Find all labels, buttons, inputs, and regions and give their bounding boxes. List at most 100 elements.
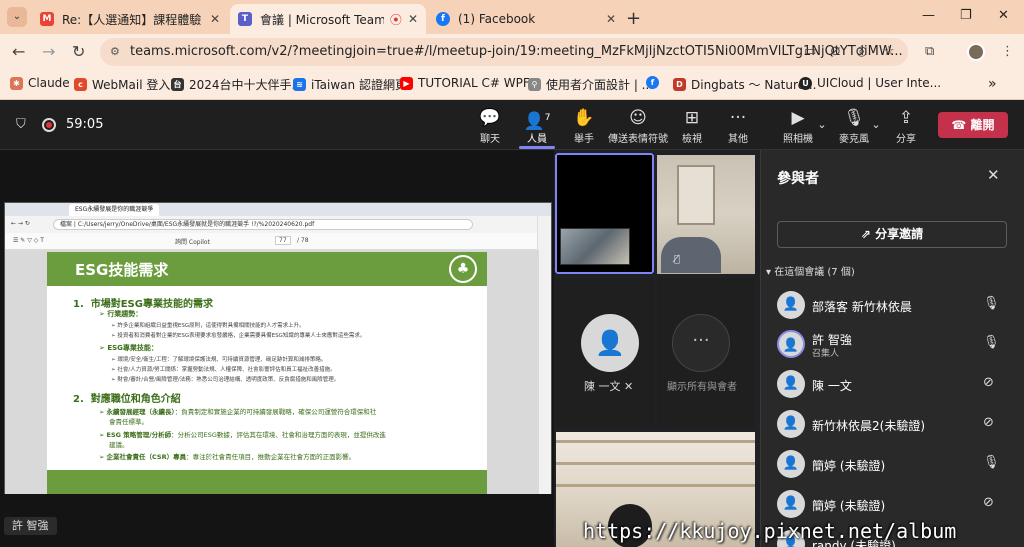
- more-participants-icon: ···: [672, 314, 730, 372]
- participant-row[interactable]: 👤 簡婷 (未驗證) ⊘: [777, 490, 1017, 520]
- profile-avatar[interactable]: [967, 43, 985, 61]
- tab-gmail[interactable]: M Re:【人選通知】課程體驗「ESG ✕: [32, 4, 228, 34]
- presenter-name-label: 許 智強: [4, 517, 57, 535]
- slide-section-1: 1. 市場對ESG專業技能的需求: [73, 299, 213, 310]
- bookmark-itaiwan[interactable]: ≋ iTaiwan 認證網頁: [293, 76, 407, 93]
- claude-icon: ✱: [10, 76, 23, 90]
- participant-row[interactable]: 👤 許 智強 召集人 🎙: [777, 330, 1017, 360]
- avatar: 👤: [777, 370, 805, 398]
- menu-icon[interactable]: ⋮: [1001, 44, 1014, 59]
- video-tile-2[interactable]: [657, 155, 755, 274]
- active-tab-indicator: [519, 146, 555, 149]
- tab-teams[interactable]: T 會議 | Microsoft Teams ⦿ ✕: [230, 4, 426, 34]
- hangup-icon: ☎: [951, 118, 971, 132]
- tab-search-dropdown-icon[interactable]: ⌄: [7, 7, 27, 27]
- star-icon[interactable]: ☆: [883, 44, 895, 59]
- close-icon[interactable]: ✕: [408, 12, 418, 26]
- pdf-page-total: / 78: [297, 237, 309, 244]
- reactions-button[interactable]: ☺ 傳送表情符號: [606, 107, 670, 145]
- close-icon[interactable]: ✕: [987, 166, 1000, 184]
- forward-icon[interactable]: →: [42, 42, 55, 61]
- view-button[interactable]: ⊞ 檢視: [670, 107, 714, 145]
- bookmark-uicloud[interactable]: U UICloud | User Inte...: [799, 76, 941, 90]
- more-icon: ···: [729, 108, 747, 128]
- avatar-person-icon: 👤: [581, 314, 639, 372]
- watermark-text: https://kkujoy.pixnet.net/album: [583, 519, 957, 543]
- avatar: 👤: [777, 450, 805, 478]
- minimize-icon[interactable]: —: [922, 8, 935, 23]
- camera-in-use-icon[interactable]: ▭: [804, 44, 816, 59]
- participants-section-header[interactable]: ▾ 在這個會議 (7 個): [766, 263, 855, 278]
- camera-options-chevron-icon[interactable]: ⌄: [814, 118, 830, 131]
- show-all-label: 顯示所有與會者: [667, 382, 737, 393]
- share-link-icon: ⇗: [860, 227, 876, 241]
- raise-hand-icon: ✋: [573, 108, 595, 128]
- share-icon: ⇪: [898, 108, 914, 128]
- avatar: 👤: [777, 291, 805, 319]
- bookmark-youtube[interactable]: ▶ TUTORIAL C# WPF...: [400, 76, 539, 90]
- screen-share-icon[interactable]: ⊘: [830, 44, 841, 59]
- mic-muted-icon: ⊘: [983, 375, 994, 390]
- back-icon[interactable]: ←: [12, 42, 25, 61]
- bookmark-webmail[interactable]: c WebMail 登入: [74, 76, 170, 93]
- extensions-icon[interactable]: ⧉: [925, 44, 934, 59]
- gmail-icon: M: [40, 12, 54, 26]
- recording-indicator-icon: [42, 118, 56, 132]
- slide-header: ESG技能需求 ♣: [47, 252, 487, 286]
- avatar: 👤: [777, 410, 805, 438]
- tab-facebook[interactable]: f (1) Facebook ✕: [428, 4, 624, 34]
- mic-muted-icon: ⊘: [983, 495, 994, 510]
- pdf-toolbar: ☰ ✎ ▽ ◇ T 詢問 Copilot 77 / 78: [5, 233, 551, 250]
- mic-muted-icon: ⊘: [983, 415, 994, 430]
- participant-row[interactable]: 👤 部落客 新竹林依晨 🎙: [777, 291, 1017, 321]
- bookmark-facebook[interactable]: f: [646, 76, 664, 89]
- people-icon: 👤7: [523, 111, 551, 132]
- bookmark-taichung[interactable]: 台 2024台中十大伴手...: [171, 76, 303, 93]
- avatar: 👤: [777, 490, 805, 518]
- raise-hand-button[interactable]: ✋ 舉手: [562, 107, 606, 145]
- tab-title: Re:【人選通知】課程體驗「ESG: [62, 12, 204, 27]
- share-invite-button[interactable]: ⇗ 分享邀請: [777, 221, 1007, 248]
- shared-address-bar: ← → ↻ 檔案 | C:/Users/jerry/OneDrive/桌面/ES…: [5, 216, 551, 233]
- close-icon[interactable]: ✕: [606, 12, 616, 26]
- facebook-icon: f: [646, 76, 659, 89]
- reload-icon[interactable]: ↻: [72, 42, 85, 61]
- share-button[interactable]: ⇪ 分享: [884, 107, 928, 145]
- more-bookmarks-icon[interactable]: »: [988, 76, 997, 92]
- tab-title: 會議 | Microsoft Teams: [260, 12, 384, 27]
- leave-button[interactable]: ☎ 離開: [938, 112, 1008, 138]
- shared-screen: ESG永續發展是你的職涯競爭 ← → ↻ 檔案 | C:/Users/jerry…: [4, 202, 552, 494]
- bookmark-dingbats[interactable]: D Dingbats ～ Nature...: [673, 76, 817, 93]
- mic-muted-icon: 🎙̸: [674, 254, 681, 265]
- slide-footer: [47, 470, 487, 494]
- site-info-icon[interactable]: ⚙: [110, 38, 120, 66]
- tile-name-label: 陳 一文 ✕: [584, 380, 634, 393]
- participant-row[interactable]: 👤 新竹林依晨2(未驗證) ⊘: [777, 410, 1017, 440]
- tab-title: (1) Facebook: [458, 12, 536, 26]
- mic-options-chevron-icon[interactable]: ⌄: [868, 118, 884, 131]
- recording-icon: ⦿: [389, 12, 402, 27]
- shared-nav-icons: ← → ↻: [11, 220, 30, 227]
- chat-button[interactable]: 💬 聊天: [468, 107, 512, 145]
- people-button[interactable]: 👤7 人員: [515, 107, 559, 145]
- new-tab-button[interactable]: +: [626, 8, 641, 29]
- shield-icon[interactable]: ⛉: [16, 117, 26, 132]
- chat-icon: 💬: [479, 108, 501, 128]
- uicloud-icon: U: [799, 76, 812, 90]
- teams-icon: T: [238, 12, 252, 26]
- mic-muted-icon: ✕: [624, 380, 634, 393]
- restore-icon[interactable]: ❐: [960, 8, 972, 23]
- window-close-icon[interactable]: ✕: [998, 8, 1009, 23]
- pdf-page-area: ESG技能需求 ♣ 1. 市場對ESG專業技能的需求 ➢ 行業趨勢： ➢ 許多企…: [5, 250, 539, 494]
- edge-sidebar: [537, 216, 551, 494]
- url-text: teams.microsoft.com/v2/?meetingjoin=true…: [130, 44, 903, 59]
- close-icon[interactable]: ✕: [210, 12, 220, 26]
- eye-off-icon[interactable]: ◎: [856, 44, 867, 59]
- bookmark-claude[interactable]: ✱ Claude: [10, 76, 70, 90]
- url-field[interactable]: ⚙ teams.microsoft.com/v2/?meetingjoin=tr…: [100, 38, 908, 66]
- bookmark-ui-design[interactable]: ⚲ 使用者介面設計 | ...: [528, 76, 653, 93]
- participant-row[interactable]: 👤 簡婷 (未驗證) 🎙: [777, 450, 1017, 480]
- more-button[interactable]: ··· 其他: [716, 107, 760, 145]
- webmail-icon: c: [74, 78, 87, 91]
- participant-row[interactable]: 👤 陳 一文 ⊘: [777, 370, 1017, 400]
